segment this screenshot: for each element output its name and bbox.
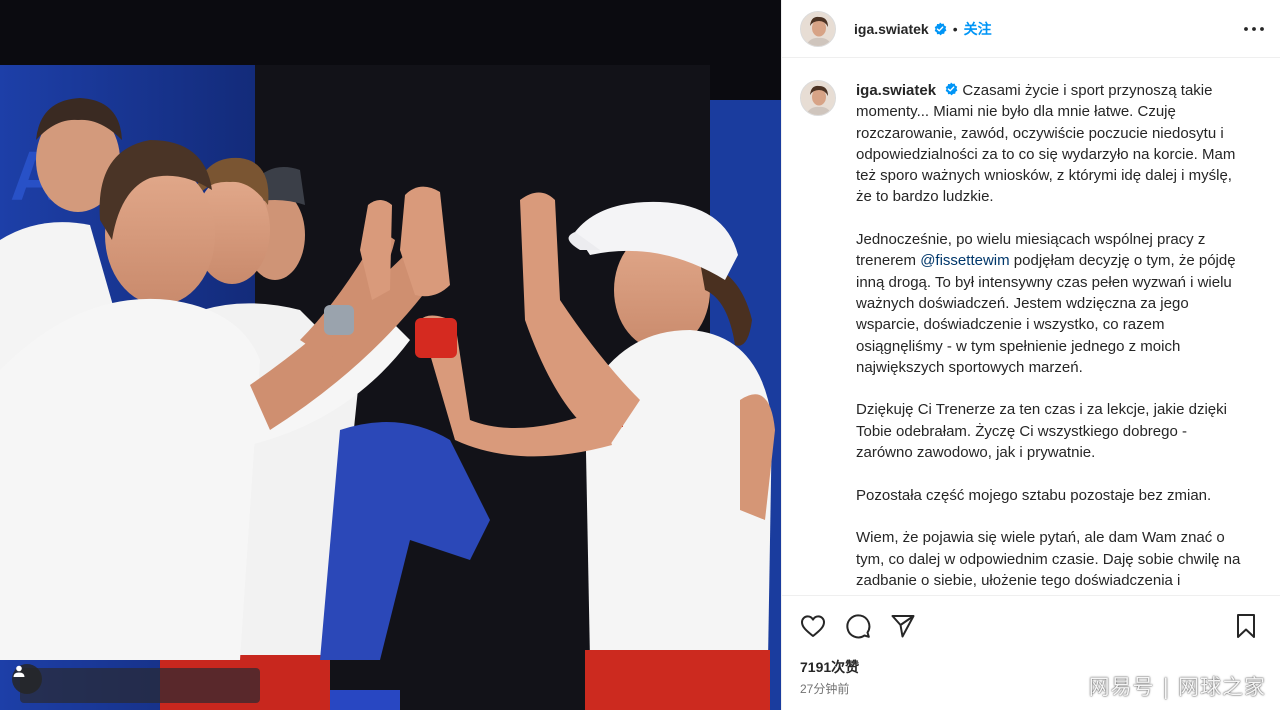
mention-link[interactable]: @fissettewim [920,252,1009,269]
caption-username[interactable]: iga.swiatek [856,82,936,99]
caption-p4: Pozostała część mojego sztabu pozostaje … [856,486,1212,504]
action-bar [782,595,1280,655]
send-icon[interactable] [890,613,916,639]
verified-badge-icon [944,82,958,96]
author-avatar[interactable] [800,10,836,47]
caption-text: iga.swiatek Czasami życie i sport przyno… [856,80,1246,594]
caption-p1: Czasami życie i sport przynoszą takie mo… [856,82,1236,206]
more-options-icon[interactable] [1243,26,1265,32]
post-timestamp[interactable]: 27分钟前 [800,680,849,697]
photo-illustration: A [0,0,781,710]
bookmark-icon[interactable] [1233,613,1259,639]
caption-paragraph: iga.swiatek Czasami życie i sport przyno… [856,80,1246,208]
post-photo[interactable]: A [0,0,781,710]
caption-area: iga.swiatek Czasami życie i sport przyno… [782,59,1280,594]
post-header: iga.swiatek • 关注 [782,0,1280,58]
caption-paragraph: Jednocześnie, po wielu miesiącach wspóln… [856,229,1246,378]
post-sidebar: iga.swiatek • 关注 iga.swiatek Czasami życ… [781,0,1280,710]
heart-icon[interactable] [800,613,826,639]
likes-count[interactable]: 7191次赞 [800,657,859,677]
caption-p3: Dziękuję Ci Trenerze za ten czas i za le… [856,401,1227,462]
caption-p2-after: podjęłam decyzję o tym, że pójdę inną dr… [856,252,1236,376]
separator-dot: • [952,20,958,37]
caption-p5: Wiem, że pojawia się wiele pytań, ale da… [856,529,1241,589]
source-watermark: 网易号 | 网球之家 [1088,675,1266,699]
follow-button[interactable]: 关注 [964,19,992,39]
comment-icon[interactable] [845,613,871,639]
user-tag-icon[interactable] [12,664,42,694]
verified-badge-icon [933,22,947,36]
caption-avatar[interactable] [800,80,836,116]
author-username[interactable]: iga.swiatek [854,21,929,37]
